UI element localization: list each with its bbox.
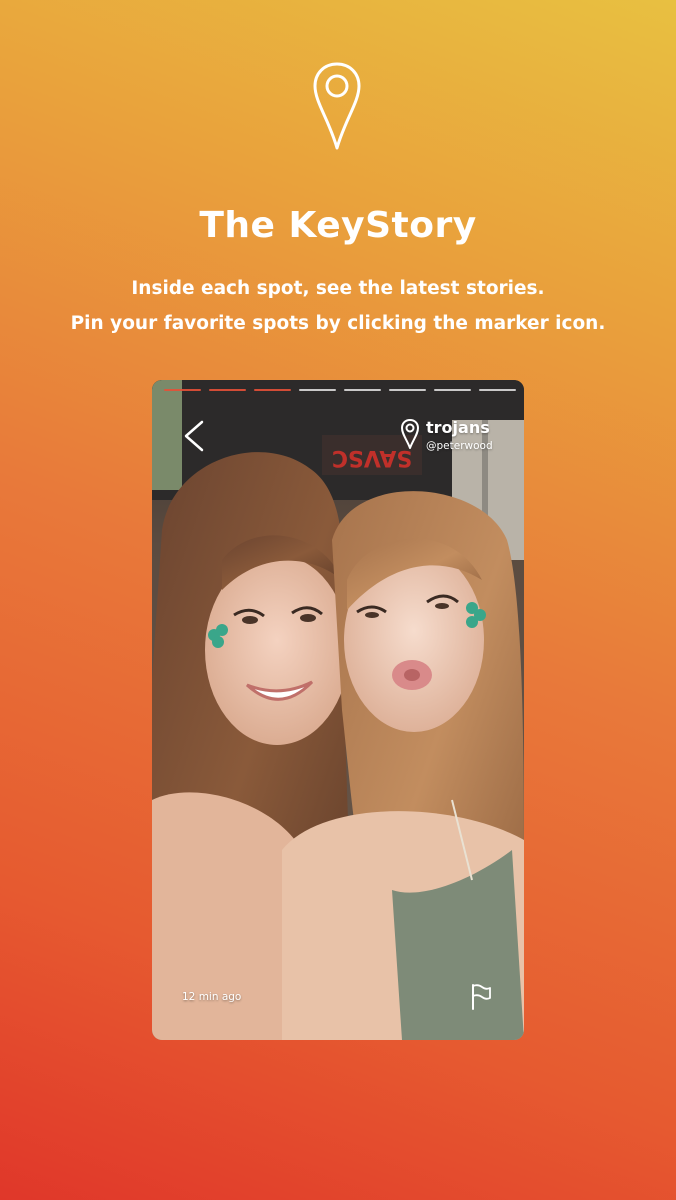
progress-segment (479, 389, 516, 391)
progress-segment (344, 389, 381, 391)
story-timestamp: 12 min ago (182, 991, 242, 1003)
subtitle-line-2: Pin your favorite spots by clicking the … (70, 313, 606, 334)
progress-segment (164, 389, 201, 391)
progress-segment (389, 389, 426, 391)
progress-segment (209, 389, 246, 391)
progress-segment (299, 389, 336, 391)
map-pin-icon[interactable] (400, 418, 420, 450)
progress-segment (254, 389, 291, 391)
flag-icon[interactable] (470, 983, 492, 1011)
spot-name[interactable]: trojans (426, 418, 490, 437)
progress-segment (434, 389, 471, 391)
story-card[interactable]: SAVSC trojans @peterwood 12 min ago (152, 380, 524, 1040)
subtitle-line-1: Inside each spot, see the latest stories… (131, 278, 545, 299)
story-photo: SAVSC (152, 380, 524, 1040)
map-pin-icon (313, 62, 361, 150)
story-username[interactable]: @peterwood (426, 440, 493, 452)
page-title: The KeyStory (199, 205, 477, 246)
story-progress-bar (164, 389, 516, 392)
chevron-left-icon[interactable] (178, 418, 208, 454)
